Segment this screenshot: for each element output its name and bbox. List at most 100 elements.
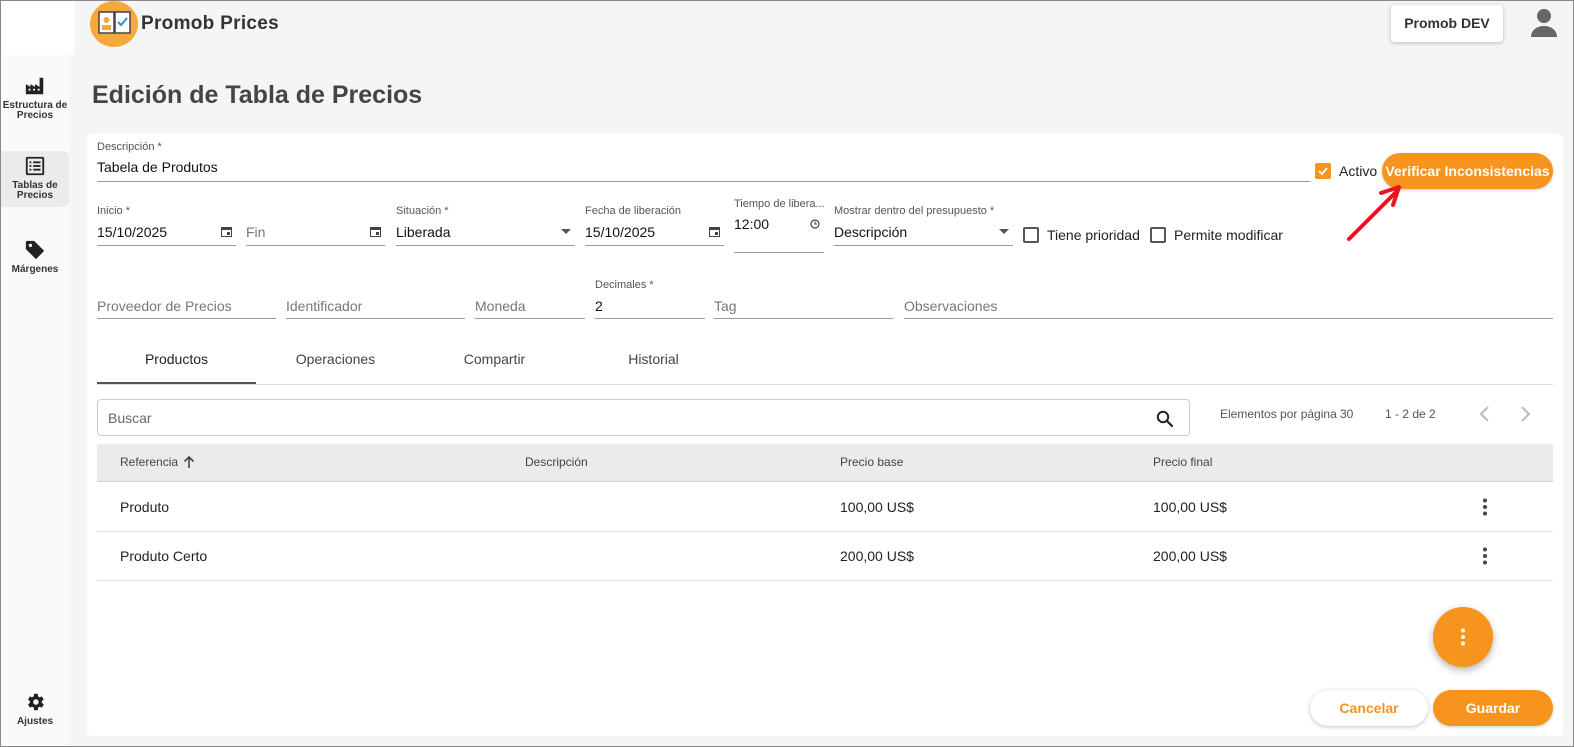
calendar-icon[interactable] [370, 226, 381, 237]
descripcion-underline [97, 181, 1310, 182]
situacion-value[interactable]: Liberada [396, 224, 451, 240]
fin-placeholder[interactable]: Fin [246, 224, 265, 240]
table-header: Referencia Descripción Precio base Preci… [97, 444, 1553, 482]
observaciones-placeholder[interactable]: Observaciones [904, 298, 997, 314]
header-referencia[interactable]: Referencia [120, 455, 178, 469]
inicio-label: Inicio * [97, 205, 131, 217]
mostrar-presupuesto-underline [834, 245, 1013, 246]
tab-productos[interactable]: Productos [97, 341, 256, 384]
fecha-liberacion-label: Fecha de liberación [585, 205, 682, 217]
sidebar-header-area [1, 1, 74, 55]
mostrar-presupuesto-value[interactable]: Descripción [834, 224, 907, 240]
cancel-button[interactable]: Cancelar [1310, 690, 1428, 726]
table-row[interactable]: Produto 100,00 US$ 100,00 US$ [97, 483, 1553, 532]
search-box[interactable] [97, 399, 1190, 436]
cell-referencia: Produto Certo [120, 548, 208, 564]
gear-icon [28, 693, 44, 711]
tab-historial[interactable]: Historial [574, 341, 733, 384]
chevron-down-icon[interactable] [561, 229, 571, 234]
tag-field[interactable]: Tag [714, 279, 893, 321]
fecha-liberacion-value[interactable]: 15/10/2025 [585, 224, 655, 240]
page-title: Edición de Tabla de Precios [92, 81, 423, 109]
tiene-prioridad-label: Tiene prioridad [1047, 227, 1140, 243]
chevron-left-icon[interactable] [1475, 404, 1495, 424]
more-vert-icon[interactable] [1479, 498, 1491, 516]
tag-underline [714, 318, 893, 319]
decimales-underline [595, 318, 705, 319]
sidebar-item-margenes[interactable]: Márgenes [1, 239, 69, 275]
tag-placeholder[interactable]: Tag [714, 298, 737, 314]
header-precio-final[interactable]: Precio final [1153, 455, 1212, 469]
promob-logo-icon [90, 1, 138, 47]
observaciones-field[interactable]: Observaciones [904, 279, 1553, 321]
chevron-right-icon[interactable] [1515, 404, 1535, 424]
tag-icon [25, 240, 45, 260]
fin-underline [246, 245, 385, 246]
descripcion-value[interactable]: Tabela de Produtos [97, 159, 218, 175]
decimales-label: Decimales * [595, 279, 654, 291]
sidebar-item-tablas-de-precios[interactable]: Tablas de Precios [1, 151, 69, 207]
cell-precio-base: 100,00 US$ [840, 499, 914, 515]
cell-precio-base: 200,00 US$ [840, 548, 914, 564]
sidebar-item-label: Tablas de Precios [12, 180, 58, 201]
permite-modificar-checkbox[interactable] [1150, 227, 1166, 243]
tab-compartir[interactable]: Compartir [415, 341, 574, 384]
cell-precio-final: 200,00 US$ [1153, 548, 1227, 564]
environment-button[interactable]: Promob DEV [1391, 5, 1503, 42]
more-vert-icon [1461, 628, 1465, 646]
arrow-up-icon[interactable] [183, 455, 195, 469]
fin-field[interactable]: Fin [246, 205, 385, 247]
items-per-page-label: Elementos por página [1220, 407, 1337, 421]
tiempo-liberacion-underline [734, 252, 824, 253]
factory-icon [25, 77, 44, 95]
calendar-icon[interactable] [221, 226, 232, 237]
fecha-liberacion-field[interactable]: Fecha de liberación 15/10/2025 [585, 205, 724, 247]
chevron-down-icon[interactable] [999, 229, 1009, 234]
sidebar-item-estructura-de-precios[interactable]: Estructura de Precios [1, 75, 69, 121]
moneda-placeholder[interactable]: Moneda [475, 298, 526, 314]
inicio-underline [97, 245, 236, 246]
situacion-underline [396, 245, 575, 246]
save-button[interactable]: Guardar [1433, 690, 1553, 726]
inicio-field[interactable]: Inicio * 15/10/2025 [97, 205, 236, 247]
settings-label: Ajustes [16, 716, 54, 727]
more-vert-icon[interactable] [1479, 547, 1491, 565]
decimales-field[interactable]: Decimales * 2 [595, 279, 705, 321]
proveedor-precios-placeholder[interactable]: Proveedor de Precios [97, 298, 232, 314]
user-account-icon[interactable] [1529, 7, 1559, 39]
identificador-underline [286, 318, 465, 319]
search-icon[interactable] [1156, 410, 1174, 428]
mostrar-presupuesto-select[interactable]: Mostrar dentro del presupuesto * Descrip… [834, 205, 1013, 247]
descripcion-label: Descripción * [97, 141, 162, 153]
inicio-value[interactable]: 15/10/2025 [97, 224, 167, 240]
situacion-select[interactable]: Situación * Liberada [396, 205, 575, 247]
sidebar-item-label: Estructura de Precios [2, 100, 68, 121]
identificador-field[interactable]: Identificador [286, 279, 465, 321]
activo-label: Activo [1339, 163, 1378, 179]
app-title: Promob Prices [141, 13, 280, 34]
moneda-field[interactable]: Moneda [475, 279, 585, 321]
search-input[interactable] [108, 408, 1138, 428]
tiempo-liberacion-field[interactable]: Tiempo de libera... 12:00 [734, 198, 824, 254]
header-precio-base[interactable]: Precio base [840, 455, 903, 469]
identificador-placeholder[interactable]: Identificador [286, 298, 362, 314]
list-icon [25, 156, 45, 176]
decimales-value[interactable]: 2 [595, 298, 603, 314]
calendar-icon[interactable] [709, 226, 720, 237]
observaciones-underline [904, 318, 1553, 319]
tiempo-liberacion-value[interactable]: 12:00 [734, 216, 769, 232]
items-per-page-select[interactable]: 30 [1340, 407, 1353, 421]
clock-icon[interactable] [810, 219, 820, 229]
header-descripcion[interactable]: Descripción [525, 455, 588, 469]
annotation-arrow-icon [1347, 185, 1401, 241]
tab-operaciones[interactable]: Operaciones [256, 341, 415, 384]
more-actions-fab[interactable] [1433, 607, 1493, 667]
activo-checkbox[interactable] [1315, 163, 1331, 179]
descripcion-field[interactable]: Descripción * Tabela de Produtos [97, 141, 1310, 183]
proveedor-precios-field[interactable]: Proveedor de Precios [97, 279, 276, 321]
table-row[interactable]: Produto Certo 200,00 US$ 200,00 US$ [97, 532, 1553, 581]
tiene-prioridad-checkbox[interactable] [1023, 227, 1039, 243]
sidebar-item-ajustes[interactable]: Ajustes [1, 691, 69, 727]
mostrar-presupuesto-label: Mostrar dentro del presupuesto * [834, 205, 995, 217]
sidebar-item-label: Márgenes [11, 264, 59, 275]
